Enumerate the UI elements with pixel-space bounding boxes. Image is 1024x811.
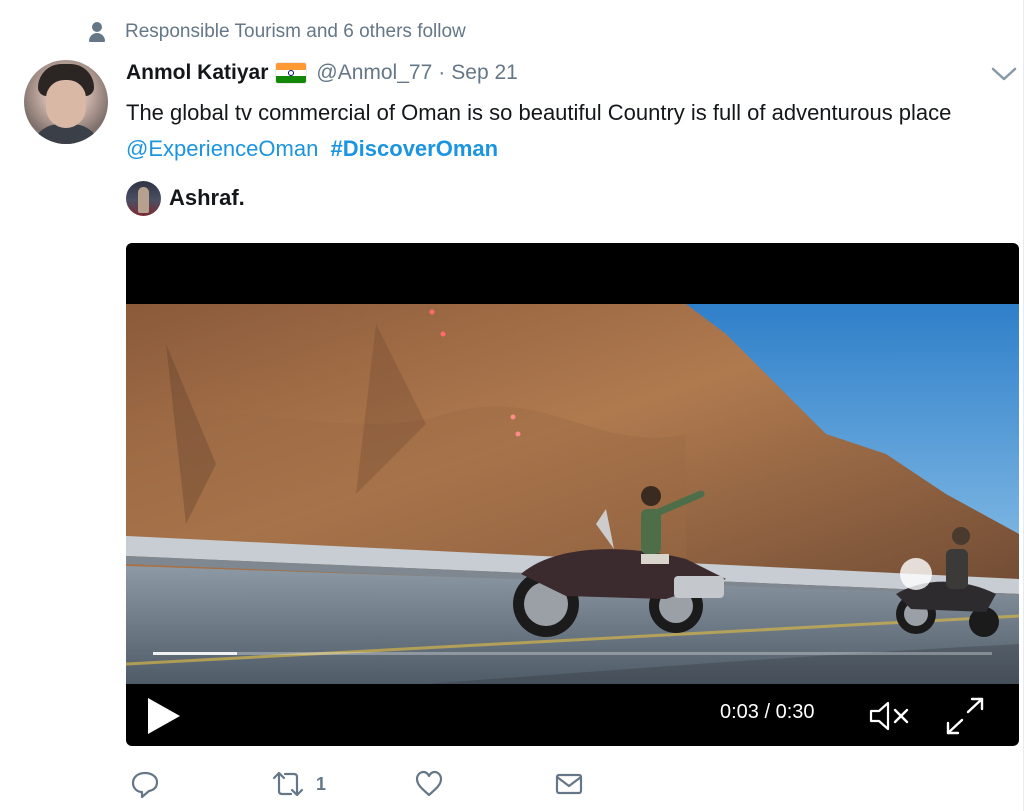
source-name[interactable]: Ashraf. — [169, 185, 245, 211]
mention-link[interactable]: @ExperienceOman — [126, 136, 318, 161]
tweet-actions: 1 — [130, 768, 610, 800]
social-context[interactable]: Responsible Tourism and 6 others follow — [88, 18, 466, 46]
fullscreen-button[interactable] — [944, 696, 986, 736]
reply-icon — [131, 771, 159, 799]
source-avatar[interactable] — [126, 180, 161, 216]
author-name[interactable]: Anmol Katiyar — [126, 61, 268, 85]
video-time: 0:03 / 0:30 — [720, 701, 815, 723]
author-avatar[interactable] — [24, 60, 108, 144]
india-flag-icon — [276, 63, 307, 83]
separator-dot: · — [438, 61, 446, 84]
direct-message-button[interactable] — [554, 768, 584, 800]
person-icon — [88, 21, 106, 43]
tweet-body-text: The global tv commercial of Oman is so b… — [126, 100, 952, 125]
play-icon — [148, 698, 180, 734]
video-progress-bar[interactable] — [153, 652, 992, 655]
mute-button[interactable] — [868, 698, 912, 734]
video-player[interactable]: 0:03 / 0:30 — [126, 243, 1019, 746]
video-progress-fill — [153, 652, 237, 655]
direct-message-icon — [555, 773, 583, 795]
video-controls: 0:03 / 0:30 — [126, 684, 1019, 746]
muted-speaker-icon — [869, 701, 909, 731]
author-handle[interactable]: @Anmol_77 — [316, 61, 432, 85]
tweet-date[interactable]: Sep 21 — [451, 61, 518, 85]
video-frame[interactable] — [126, 304, 1019, 684]
reply-button[interactable] — [130, 768, 172, 800]
fullscreen-icon — [946, 697, 984, 735]
tweet-header: Anmol Katiyar @Anmol_77 · Sep 21 — [126, 58, 518, 88]
social-context-text: Responsible Tourism and 6 others follow — [125, 21, 466, 42]
media-source[interactable]: Ashraf. — [126, 180, 245, 216]
like-icon — [415, 770, 443, 797]
tweet-text: The global tv commercial of Oman is so b… — [126, 95, 1006, 167]
retweet-icon — [272, 771, 304, 797]
chevron-down-icon[interactable] — [990, 62, 1018, 86]
like-button[interactable] — [414, 768, 456, 800]
retweet-button[interactable]: 1 — [272, 768, 326, 800]
play-button[interactable] — [144, 696, 184, 736]
retweet-count: 1 — [316, 773, 327, 794]
hashtag-link[interactable]: #DiscoverOman — [331, 136, 499, 161]
